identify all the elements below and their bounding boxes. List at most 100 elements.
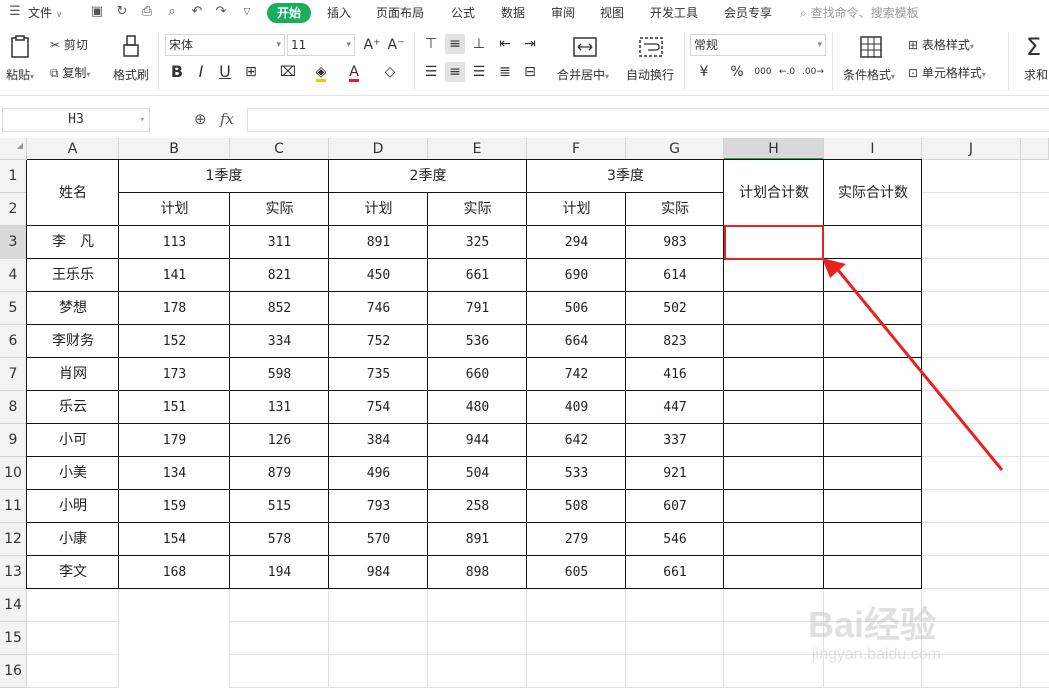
font-size-value: 11 (291, 38, 307, 52)
table-style-button[interactable]: ⊞ 表格样式▾ (908, 36, 974, 53)
percent-icon[interactable]: % (727, 62, 747, 82)
format-painter-button[interactable]: 格式刷 (113, 66, 149, 83)
tab-home[interactable]: 开始 (267, 3, 311, 23)
zoom-formula-icon[interactable]: ⊕ (194, 110, 207, 128)
ribbon-toolbar: 粘贴▾ ✂ 剪切 ⧉ 复制▾ 格式刷 宋体 ▾ 11 ▾ A⁺ A⁻ B I U ⊞… (0, 26, 1049, 96)
chevron-down-icon: ▾ (346, 40, 351, 50)
cut-label: 剪切 (63, 38, 88, 52)
merge-center-icon[interactable] (572, 34, 598, 60)
decrease-font-icon[interactable]: A⁻ (386, 35, 406, 55)
formula-input[interactable] (247, 108, 1049, 132)
command-search[interactable]: ⌕ 查找命令、搜索模板 (800, 4, 919, 22)
ribbon-separator (684, 32, 685, 90)
border-icon[interactable]: ⊞ (241, 62, 261, 82)
increase-indent-icon[interactable]: ⇥ (520, 34, 540, 54)
cell-style-button[interactable]: ⊡ 单元格样式▾ (908, 64, 986, 81)
print-preview-icon[interactable]: ⌕ (163, 3, 181, 21)
paste-icon[interactable] (8, 34, 34, 60)
red-arrow-icon (822, 258, 1004, 471)
wrap-text-button[interactable]: 自动换行 (626, 66, 674, 83)
copy-icon: ⧉ (50, 66, 59, 80)
chevron-down-icon: ▾ (276, 40, 281, 50)
file-menu[interactable]: 文件 ∨ (28, 4, 62, 22)
tab-member[interactable]: 会员专享 (724, 4, 772, 22)
undo-icon[interactable]: ↶ (188, 3, 206, 21)
cell-style-label: 单元格样式 (921, 66, 982, 80)
tab-data[interactable]: 数据 (501, 4, 525, 22)
sum-button[interactable]: 求和 (1024, 66, 1048, 83)
caret-down-icon: ▾ (891, 72, 896, 81)
save-icon[interactable]: ▣ (88, 3, 106, 21)
caret-down-icon: ▾ (86, 70, 91, 79)
ribbon-separator (414, 32, 415, 90)
copy-label: 复制 (62, 66, 87, 80)
align-bottom-icon[interactable]: ⊥ (469, 34, 489, 54)
print-icon[interactable]: ⎙ (138, 3, 156, 21)
cut-button[interactable]: ✂ 剪切 (50, 36, 88, 53)
align-right-icon[interactable]: ☰ (469, 62, 489, 82)
wrap-text-icon[interactable] (638, 34, 664, 60)
scissors-icon: ✂ (50, 38, 61, 52)
redo-icon[interactable]: ↷ (212, 3, 230, 21)
conditional-format-button[interactable]: 条件格式▾ (843, 66, 895, 83)
fx-icon[interactable]: fx (220, 110, 234, 128)
caret-down-icon: ▾ (981, 70, 986, 79)
caret-down-icon: ▾ (30, 72, 35, 81)
chevron-down-icon: ▾ (139, 115, 145, 125)
paste-button[interactable]: 粘贴▾ (6, 66, 34, 83)
table-style-label: 表格样式 (921, 38, 970, 52)
currency-icon[interactable]: ¥ (694, 62, 714, 82)
merge-center-label: 合并居中 (557, 68, 606, 82)
increase-decimal-icon[interactable]: ←.0 (777, 62, 797, 82)
thousands-icon[interactable]: 000 (753, 62, 773, 82)
copy-button[interactable]: ⧉ 复制▾ (50, 64, 90, 81)
align-middle-icon[interactable]: ≡ (445, 34, 465, 54)
merge-center-button[interactable]: 合并居中▾ (557, 66, 609, 83)
increase-font-icon[interactable]: A⁺ (362, 35, 382, 55)
justify-icon[interactable]: ≣ (495, 62, 515, 82)
underline-icon[interactable]: U (215, 62, 235, 82)
eraser-style-icon[interactable]: ⌧ (278, 62, 298, 82)
ribbon-separator (832, 32, 833, 90)
tab-page-layout[interactable]: 页面布局 (376, 4, 424, 22)
caret-down-icon: ▾ (969, 42, 974, 51)
name-box-value: H3 (68, 112, 84, 127)
tab-view[interactable]: 视图 (600, 4, 624, 22)
font-name-value: 宋体 (169, 38, 194, 52)
hamburger-icon[interactable]: ☰ (6, 3, 24, 21)
cloud-save-icon[interactable]: ↻ (113, 3, 131, 21)
number-format-value: 常规 (694, 38, 719, 52)
bold-icon[interactable]: B (167, 62, 187, 82)
align-top-icon[interactable]: ⊤ (421, 34, 441, 54)
conditional-format-label: 条件格式 (843, 68, 892, 82)
align-center-icon[interactable]: ≡ (445, 62, 465, 82)
chevron-down-icon: ▾ (817, 40, 822, 50)
tab-formulas[interactable]: 公式 (451, 4, 475, 22)
file-menu-label: 文件 (28, 6, 53, 20)
command-search-placeholder: 查找命令、搜索模板 (810, 6, 919, 20)
tab-developer[interactable]: 开发工具 (650, 4, 698, 22)
brush-icon[interactable] (118, 34, 144, 60)
font-color-icon[interactable]: A (344, 62, 364, 82)
distribute-icon[interactable]: ⊟ (520, 62, 540, 82)
tab-insert[interactable]: 插入 (327, 4, 351, 22)
conditional-format-icon[interactable] (858, 34, 884, 60)
search-icon: ⌕ (800, 6, 807, 20)
fill-color-icon[interactable]: ◈ (311, 62, 331, 82)
number-format-select[interactable]: 常规 ▾ (690, 34, 826, 56)
ribbon-separator (1008, 32, 1009, 90)
font-name-select[interactable]: 宋体 ▾ (165, 34, 285, 56)
align-left-icon[interactable]: ☰ (421, 62, 441, 82)
quick-access-dropdown-icon[interactable]: ▽ (238, 3, 256, 21)
decrease-decimal-icon[interactable]: .00→ (802, 62, 824, 82)
menu-bar: ☰ 文件 ∨ ▣ ↻ ⎙ ⌕ ↶ ↷ ▽ 开始 插入 页面布局 公式 数据 审阅… (0, 0, 1049, 26)
name-box[interactable]: H3 ▾ (2, 108, 150, 132)
font-size-select[interactable]: 11 ▾ (287, 34, 355, 56)
decrease-indent-icon[interactable]: ⇤ (495, 34, 515, 54)
italic-icon[interactable]: I (191, 62, 211, 82)
ribbon-separator (158, 32, 159, 90)
tab-review[interactable]: 审阅 (551, 4, 575, 22)
clear-icon[interactable]: ◇ (380, 62, 400, 82)
sigma-icon[interactable]: Σ (1026, 34, 1049, 60)
paste-label: 粘贴 (6, 68, 31, 82)
